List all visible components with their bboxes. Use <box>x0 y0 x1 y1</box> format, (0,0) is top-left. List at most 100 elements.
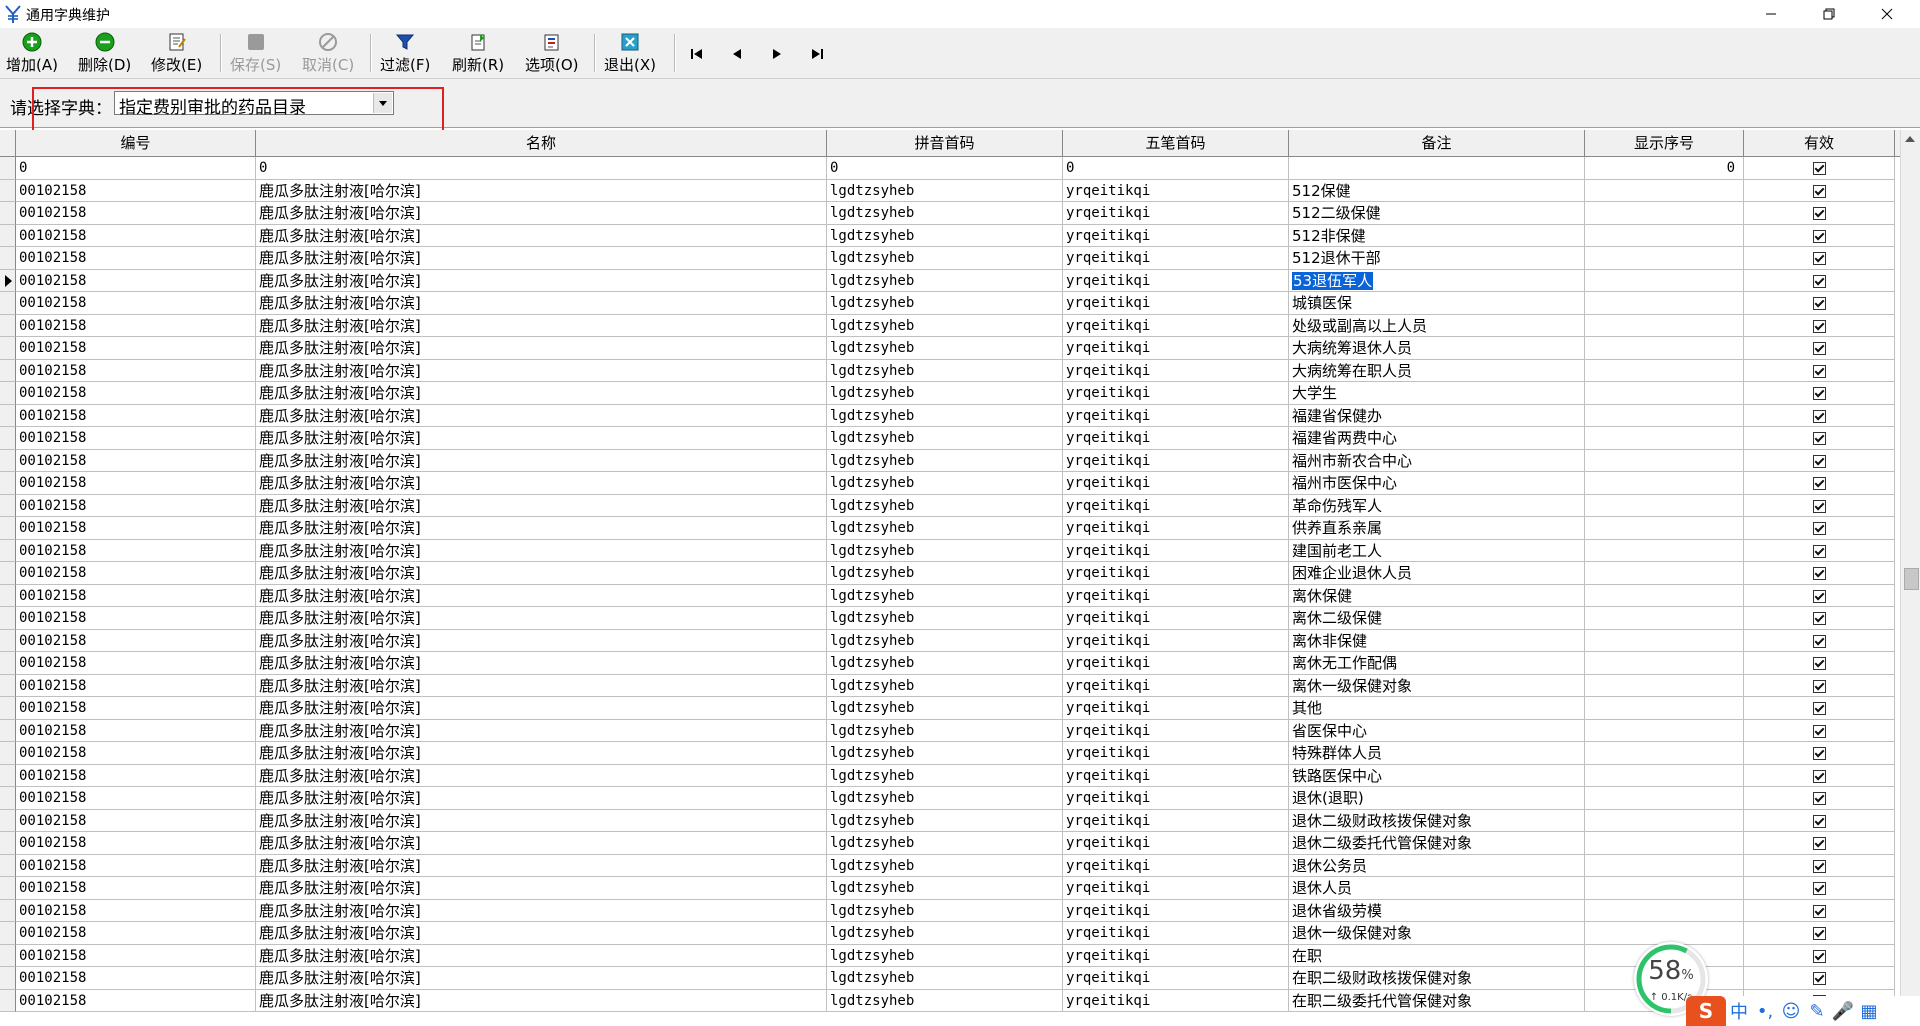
cell-name[interactable]: 鹿瓜多肽注射液[哈尔滨] <box>256 449 827 472</box>
cell-wubi[interactable]: yrqeitikqi <box>1063 539 1289 562</box>
cell-pinyin[interactable]: lgdtzsyheb <box>827 764 1063 787</box>
cell-valid[interactable] <box>1744 584 1895 607</box>
valid-checkbox[interactable] <box>1812 319 1826 333</box>
cell-valid[interactable] <box>1744 539 1895 562</box>
cell-pinyin[interactable]: 0 <box>827 157 1063 180</box>
cell-code[interactable]: 00102158 <box>16 382 256 405</box>
valid-checkbox[interactable] <box>1812 882 1826 895</box>
cell-display-order[interactable] <box>1585 562 1744 585</box>
cell-display-order[interactable] <box>1585 809 1744 832</box>
cell-note[interactable]: 512非保健 <box>1289 224 1585 247</box>
valid-checkbox[interactable] <box>1812 387 1826 400</box>
cell-code[interactable]: 00102158 <box>16 854 256 877</box>
cell-wubi[interactable]: yrqeitikqi <box>1063 719 1289 742</box>
cell-valid[interactable] <box>1744 404 1895 427</box>
cell-code[interactable]: 00102158 <box>16 922 256 945</box>
cell-wubi[interactable]: yrqeitikqi <box>1063 989 1289 1012</box>
add-button[interactable]: 增加(A) <box>6 31 58 75</box>
cell-valid[interactable] <box>1744 517 1895 540</box>
table-row[interactable]: 00102158 鹿瓜多肽注射液[哈尔滨] lgdtzsyheb yrqeitikqi… <box>0 427 1900 450</box>
row-indicator[interactable] <box>0 674 16 697</box>
row-indicator[interactable] <box>0 404 16 427</box>
cell-pinyin[interactable]: lgdtzsyheb <box>827 989 1063 1012</box>
cell-wubi[interactable]: yrqeitikqi <box>1063 517 1289 540</box>
column-header-code[interactable]: 编号 <box>16 130 256 156</box>
cell-pinyin[interactable]: lgdtzsyheb <box>827 629 1063 652</box>
cell-display-order[interactable] <box>1585 382 1744 405</box>
cell-valid[interactable] <box>1744 787 1895 810</box>
ime-toolbox-icon[interactable]: ▦ <box>1856 998 1882 1024</box>
table-row[interactable]: 00102158 鹿瓜多肽注射液[哈尔滨] lgdtzsyheb yrqeitikqi… <box>0 382 1900 405</box>
ime-microphone-icon[interactable]: 🎤 <box>1830 998 1856 1024</box>
valid-checkbox[interactable] <box>1812 477 1826 490</box>
cell-note[interactable]: 在职二级委托代管保健对象 <box>1289 989 1585 1012</box>
table-row[interactable]: 00102158 鹿瓜多肽注射液[哈尔滨] lgdtzsyheb yrqeitikqi… <box>0 337 1900 360</box>
cell-code[interactable]: 0 <box>16 157 256 180</box>
cell-pinyin[interactable]: lgdtzsyheb <box>827 292 1063 315</box>
table-row[interactable]: 00102158 鹿瓜多肽注射液[哈尔滨] lgdtzsyheb yrqeitikqi… <box>0 719 1900 742</box>
table-row[interactable]: 00102158 鹿瓜多肽注射液[哈尔滨] lgdtzsyheb yrqeitikqi… <box>0 697 1900 720</box>
cell-note[interactable]: 退休二级财政核拨保健对象 <box>1289 809 1585 832</box>
cell-name[interactable]: 0 <box>256 157 827 180</box>
cell-display-order[interactable] <box>1585 764 1744 787</box>
cell-code[interactable]: 00102158 <box>16 517 256 540</box>
cell-code[interactable]: 00102158 <box>16 247 256 270</box>
cell-wubi[interactable]: yrqeitikqi <box>1063 629 1289 652</box>
table-row[interactable]: 00102158 鹿瓜多肽注射液[哈尔滨] lgdtzsyheb yrqeitikqi… <box>0 224 1900 247</box>
cell-wubi[interactable]: yrqeitikqi <box>1063 584 1289 607</box>
row-indicator[interactable] <box>0 269 16 292</box>
table-row[interactable]: 00102158 鹿瓜多肽注射液[哈尔滨] lgdtzsyheb yrqeitikqi… <box>0 967 1900 990</box>
cell-wubi[interactable]: yrqeitikqi <box>1063 562 1289 585</box>
cell-pinyin[interactable]: lgdtzsyheb <box>827 179 1063 202</box>
table-row[interactable]: 00102158 鹿瓜多肽注射液[哈尔滨] lgdtzsyheb yrqeitikqi… <box>0 472 1900 495</box>
ime-punctuation-toggle[interactable]: •, <box>1752 998 1778 1024</box>
cell-code[interactable]: 00102158 <box>16 832 256 855</box>
cell-pinyin[interactable]: lgdtzsyheb <box>827 359 1063 382</box>
table-row[interactable]: 00102158 鹿瓜多肽注射液[哈尔滨] lgdtzsyheb yrqeitikqi… <box>0 674 1900 697</box>
valid-checkbox[interactable] <box>1812 364 1826 378</box>
cell-wubi[interactable]: yrqeitikqi <box>1063 404 1289 427</box>
row-indicator[interactable] <box>0 562 16 585</box>
cell-name[interactable]: 鹿瓜多肽注射液[哈尔滨] <box>256 224 827 247</box>
cell-name[interactable]: 鹿瓜多肽注射液[哈尔滨] <box>256 967 827 990</box>
cell-valid[interactable] <box>1744 967 1895 990</box>
cell-pinyin[interactable]: lgdtzsyheb <box>827 337 1063 360</box>
cell-pinyin[interactable]: lgdtzsyheb <box>827 944 1063 967</box>
cell-display-order[interactable] <box>1585 494 1744 517</box>
cell-note[interactable]: 建国前老工人 <box>1289 539 1585 562</box>
cell-pinyin[interactable]: lgdtzsyheb <box>827 877 1063 900</box>
sogou-logo-icon[interactable]: S <box>1686 996 1726 1026</box>
row-indicator[interactable] <box>0 967 16 990</box>
cell-note[interactable]: 53退伍军人 <box>1289 269 1585 292</box>
cell-wubi[interactable]: yrqeitikqi <box>1063 944 1289 967</box>
cell-valid[interactable] <box>1744 494 1895 517</box>
row-indicator[interactable] <box>0 314 16 337</box>
table-row[interactable]: 00102158 鹿瓜多肽注射液[哈尔滨] lgdtzsyheb yrqeitikqi… <box>0 517 1900 540</box>
cell-code[interactable]: 00102158 <box>16 314 256 337</box>
table-row[interactable]: 00102158 鹿瓜多肽注射液[哈尔滨] lgdtzsyheb yrqeitikqi… <box>0 764 1900 787</box>
table-row[interactable]: 00102158 鹿瓜多肽注射液[哈尔滨] lgdtzsyheb yrqeitikqi… <box>0 607 1900 630</box>
cell-note[interactable]: 512保健 <box>1289 179 1585 202</box>
cell-note[interactable]: 离休保健 <box>1289 584 1585 607</box>
filter-button[interactable]: 过滤(F) <box>380 31 430 75</box>
valid-checkbox[interactable] <box>1812 814 1826 828</box>
cell-note[interactable]: 离休无工作配偶 <box>1289 652 1585 675</box>
cell-pinyin[interactable]: lgdtzsyheb <box>827 922 1063 945</box>
cell-valid[interactable] <box>1744 899 1895 922</box>
cell-valid[interactable] <box>1744 697 1895 720</box>
cell-display-order[interactable] <box>1585 539 1744 562</box>
ime-language-toggle[interactable]: 中 <box>1726 998 1752 1024</box>
row-indicator[interactable] <box>0 247 16 270</box>
cell-code[interactable]: 00102158 <box>16 742 256 765</box>
table-row[interactable]: 00102158 鹿瓜多肽注射液[哈尔滨] lgdtzsyheb yrqeitikqi… <box>0 989 1900 1012</box>
cell-note[interactable]: 退休二级委托代管保健对象 <box>1289 832 1585 855</box>
cell-code[interactable]: 00102158 <box>16 359 256 382</box>
row-indicator[interactable] <box>0 494 16 517</box>
row-indicator[interactable] <box>0 517 16 540</box>
cell-note[interactable]: 福建省保健办 <box>1289 404 1585 427</box>
cell-pinyin[interactable]: lgdtzsyheb <box>827 539 1063 562</box>
row-indicator[interactable] <box>0 922 16 945</box>
cell-code[interactable]: 00102158 <box>16 674 256 697</box>
cell-code[interactable]: 00102158 <box>16 967 256 990</box>
cell-pinyin[interactable]: lgdtzsyheb <box>827 719 1063 742</box>
